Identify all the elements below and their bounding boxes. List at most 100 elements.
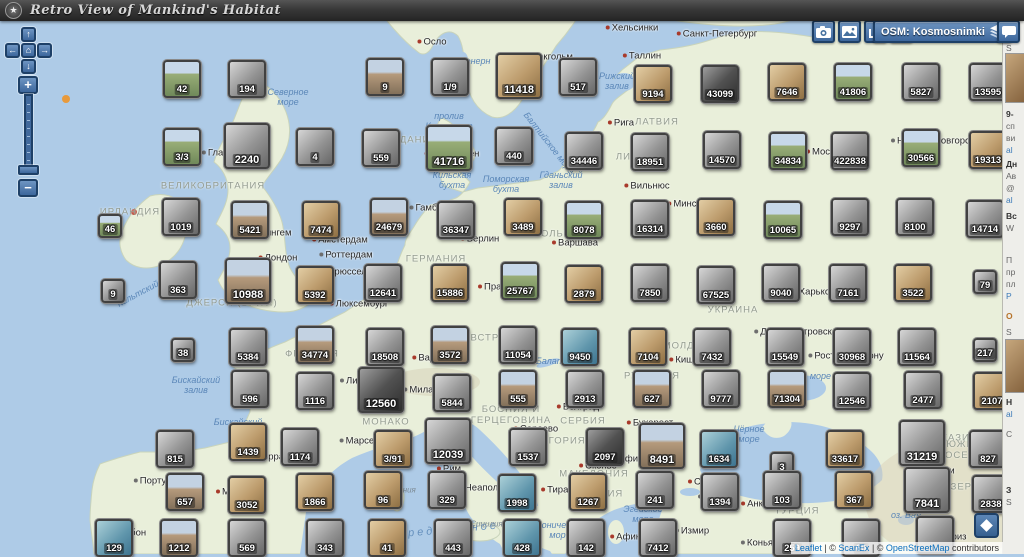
photo-cluster-thumbnail[interactable]: 5827 [902,63,940,101]
photo-cluster-thumbnail[interactable]: 815 [156,430,194,468]
photo-cluster-thumbnail[interactable]: 12641 [364,264,402,302]
photo-cluster-thumbnail[interactable]: 14570 [703,131,741,169]
photo-cluster-thumbnail[interactable]: 1212 [160,519,198,557]
photo-cluster-thumbnail[interactable]: 12039 [425,418,471,464]
photo-cluster-thumbnail[interactable]: 96 [364,471,402,509]
photo-cluster-thumbnail[interactable]: 217 [973,338,997,362]
photo-cluster-thumbnail[interactable]: 7161 [829,264,867,302]
photo-cluster-thumbnail[interactable]: 2097 [586,428,624,466]
photo-cluster-thumbnail[interactable]: 16314 [631,200,669,238]
photo-cluster-thumbnail[interactable]: 7432 [693,328,731,366]
photo-cluster-thumbnail[interactable]: 30566 [902,129,940,167]
pan-right-button[interactable]: → [37,43,52,58]
photo-cluster-thumbnail[interactable]: 3522 [894,264,932,302]
photo-cluster-thumbnail[interactable]: 41716 [426,125,472,171]
map-canvas[interactable]: Северное морепролив КаттегатРижский зали… [0,0,1024,554]
photo-cluster-thumbnail[interactable]: 5421 [231,201,269,239]
pan-down-button[interactable]: ↓ [21,59,36,74]
photo-cluster-thumbnail[interactable]: 8078 [565,201,603,239]
map-marker-dot[interactable] [62,95,70,103]
photo-cluster-thumbnail[interactable]: 1019 [162,198,200,236]
photo-cluster-thumbnail[interactable]: 627 [633,370,671,408]
photo-cluster-thumbnail[interactable]: 34834 [769,132,807,170]
photo-cluster-thumbnail[interactable]: 12546 [833,372,871,410]
zoom-slider-handle[interactable] [18,165,39,175]
photo-cluster-thumbnail[interactable]: 11054 [499,326,537,364]
star-logo-icon[interactable]: ★ [5,2,22,19]
photo-cluster-thumbnail[interactable]: 440 [495,127,533,165]
photo-cluster-thumbnail[interactable]: 11564 [898,328,936,366]
attribution-link[interactable]: OpenStreetMap [886,543,950,553]
photo-cluster-thumbnail[interactable]: 2240 [224,123,270,169]
photo-cluster-thumbnail[interactable]: 9194 [634,65,672,103]
photo-cluster-thumbnail[interactable]: 367 [835,471,873,509]
photo-cluster-thumbnail[interactable]: 14714 [966,200,1004,238]
photo-cluster-thumbnail[interactable]: 1394 [701,473,739,511]
map-marker-dot[interactable] [131,209,137,215]
photo-cluster-thumbnail[interactable]: 363 [159,261,197,299]
home-button[interactable]: ⌂ [21,43,36,58]
photo-cluster-thumbnail[interactable]: 9297 [831,198,869,236]
photo-cluster-thumbnail[interactable]: 1267 [569,473,607,511]
layer-selector-button[interactable]: OSM: Kosmosnimki [873,20,1012,43]
photo-cluster-thumbnail[interactable]: 3052 [228,476,266,514]
photo-cluster-thumbnail[interactable]: 103 [763,471,801,509]
photo-cluster-thumbnail[interactable]: 9040 [762,264,800,302]
pan-up-button[interactable]: ↑ [21,27,36,42]
photo-cluster-thumbnail[interactable]: 7850 [631,264,669,302]
photo-cluster-thumbnail[interactable]: 15549 [766,328,804,366]
photo-cluster-thumbnail[interactable]: 2477 [904,371,942,409]
photo-cluster-thumbnail[interactable]: 517 [559,58,597,96]
photo-cluster-thumbnail[interactable]: 1116 [296,372,334,410]
photo-cluster-thumbnail[interactable]: 1174 [281,428,319,466]
gallery-button[interactable] [838,20,861,43]
photo-cluster-thumbnail[interactable]: 194 [228,60,266,98]
photo-cluster-thumbnail[interactable]: 18508 [366,328,404,366]
photo-cluster-thumbnail[interactable]: 5392 [296,266,334,304]
photo-cluster-thumbnail[interactable]: 443 [434,519,472,557]
photo-cluster-thumbnail[interactable]: 559 [362,129,400,167]
photo-cluster-thumbnail[interactable]: 9 [101,279,125,303]
photo-cluster-thumbnail[interactable]: 12560 [358,367,404,413]
photo-cluster-thumbnail[interactable]: 9 [366,58,404,96]
photo-cluster-thumbnail[interactable]: 36347 [437,201,475,239]
news-photo-thumbnail[interactable] [1005,339,1024,393]
photo-cluster-thumbnail[interactable]: 7474 [302,201,340,239]
photo-cluster-thumbnail[interactable]: 7646 [768,63,806,101]
photo-cluster-thumbnail[interactable]: 18951 [631,133,669,171]
photo-cluster-thumbnail[interactable]: 569 [228,519,266,557]
panel-toggle-button[interactable] [974,513,999,538]
photo-cluster-thumbnail[interactable]: 3/3 [163,128,201,166]
photo-cluster-thumbnail[interactable]: 8491 [639,423,685,469]
photo-cluster-thumbnail[interactable]: 34774 [296,326,334,364]
photo-cluster-thumbnail[interactable]: 25767 [501,262,539,300]
photo-cluster-thumbnail[interactable]: 1/9 [431,58,469,96]
photo-cluster-thumbnail[interactable]: 3489 [504,198,542,236]
zoom-in-button[interactable]: + [18,76,38,94]
photo-cluster-thumbnail[interactable]: 33617 [826,430,864,468]
comment-button[interactable] [997,20,1020,43]
news-panel-clipped[interactable]: ЗаS9-спвиalДнАв@alВсWПпрплРОSНalСЗS [1002,21,1024,554]
photo-cluster-thumbnail[interactable]: 42 [163,60,201,98]
photo-cluster-thumbnail[interactable]: 10065 [764,201,802,239]
photo-cluster-thumbnail[interactable]: 596 [231,370,269,408]
photo-cluster-thumbnail[interactable]: 3660 [697,198,735,236]
pan-left-button[interactable]: ← [5,43,20,58]
photo-cluster-thumbnail[interactable]: 343 [306,519,344,557]
attribution-link[interactable]: ScanEx [838,543,869,553]
photo-cluster-thumbnail[interactable]: 15886 [431,264,469,302]
photo-cluster-thumbnail[interactable]: 1634 [700,430,738,468]
photo-cluster-thumbnail[interactable]: 329 [428,471,466,509]
zoom-out-button[interactable]: − [18,179,38,197]
photo-cluster-thumbnail[interactable]: 5844 [433,374,471,412]
photo-cluster-thumbnail[interactable]: 41 [368,519,406,557]
photo-cluster-thumbnail[interactable]: 67525 [697,266,735,304]
photo-cluster-thumbnail[interactable]: 11418 [496,53,542,99]
photo-cluster-thumbnail[interactable]: 7841 [904,467,950,513]
photo-cluster-thumbnail[interactable]: 9450 [561,328,599,366]
photo-cluster-thumbnail[interactable]: 5384 [229,328,267,366]
photo-cluster-thumbnail[interactable]: 657 [166,473,204,511]
news-photo-thumbnail[interactable] [1005,53,1024,103]
photo-cluster-thumbnail[interactable]: 43099 [701,65,739,103]
photo-cluster-thumbnail[interactable]: 38 [171,338,195,362]
